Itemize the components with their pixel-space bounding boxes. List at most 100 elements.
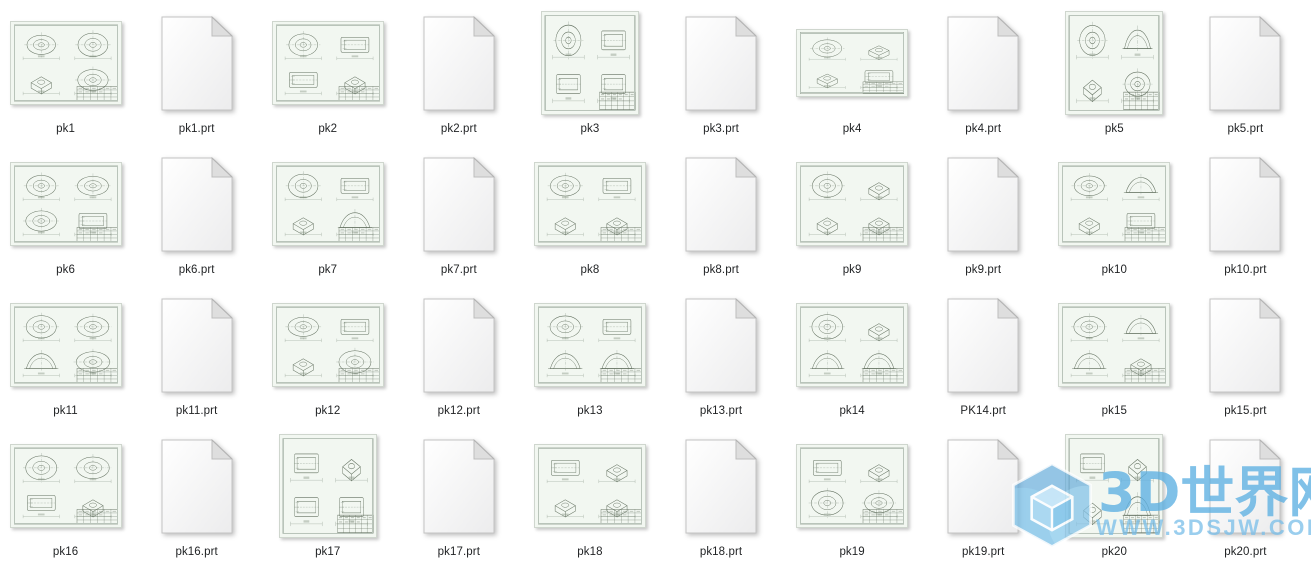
blank-document-icon[interactable] (160, 438, 234, 535)
file-name-label: pk19.prt (962, 546, 1005, 558)
file-name-label: pk7 (318, 264, 338, 276)
file-item-drawing[interactable]: pk2 (262, 0, 393, 141)
file-item-drawing[interactable]: pk13 (524, 282, 655, 423)
file-item-part[interactable]: pk15.prt (1180, 282, 1311, 423)
cad-drawing-thumbnail-icon[interactable] (1058, 162, 1171, 246)
blank-document-icon[interactable] (946, 297, 1020, 394)
blank-document-icon[interactable] (946, 15, 1020, 112)
blank-document-icon[interactable] (1208, 438, 1282, 535)
file-item-drawing[interactable]: pk18 (524, 423, 655, 564)
thumbnail-container (262, 282, 393, 404)
file-item-drawing[interactable]: pk16 (0, 423, 131, 564)
file-item-drawing[interactable]: pk20 (1049, 423, 1180, 564)
file-name-label: pk8 (580, 264, 600, 276)
blank-document-icon[interactable] (684, 156, 758, 253)
file-item-part[interactable]: pk5.prt (1180, 0, 1311, 141)
file-item-drawing[interactable]: pk5 (1049, 0, 1180, 141)
cad-drawing-thumbnail-icon[interactable] (9, 21, 122, 105)
blank-document-icon[interactable] (160, 156, 234, 253)
file-item-part[interactable]: pk6.prt (131, 141, 262, 282)
cad-drawing-thumbnail-icon[interactable] (1065, 11, 1164, 115)
file-name-label: pk20.prt (1224, 546, 1267, 558)
file-name-label: pk8.prt (703, 264, 739, 276)
cad-drawing-thumbnail-icon[interactable] (9, 303, 122, 387)
blank-document-icon[interactable] (422, 15, 496, 112)
cad-drawing-thumbnail-icon[interactable] (533, 303, 646, 387)
file-item-drawing[interactable]: pk15 (1049, 282, 1180, 423)
file-item-drawing[interactable]: pk4 (787, 0, 918, 141)
cad-drawing-thumbnail-icon[interactable] (796, 29, 909, 97)
file-item-part[interactable]: pk3.prt (655, 0, 786, 141)
thumbnail-container (393, 282, 524, 404)
file-item-drawing[interactable]: pk7 (262, 141, 393, 282)
file-item-part[interactable]: pk12.prt (393, 282, 524, 423)
blank-document-icon[interactable] (160, 15, 234, 112)
blank-document-icon[interactable] (684, 297, 758, 394)
blank-document-icon[interactable] (684, 15, 758, 112)
file-item-part[interactable]: pk11.prt (131, 282, 262, 423)
thumbnail-container (1180, 282, 1311, 404)
file-item-part[interactable]: pk9.prt (918, 141, 1049, 282)
thumbnail-container (262, 141, 393, 263)
file-item-drawing[interactable]: pk12 (262, 282, 393, 423)
blank-document-icon[interactable] (160, 297, 234, 394)
file-item-drawing[interactable]: pk3 (524, 0, 655, 141)
thumbnail-container (262, 423, 393, 545)
cad-drawing-thumbnail-icon[interactable] (271, 303, 384, 387)
file-name-label: pk13.prt (699, 405, 743, 417)
file-item-drawing[interactable]: pk1 (0, 0, 131, 141)
file-item-drawing[interactable]: pk8 (524, 141, 655, 282)
file-item-drawing[interactable]: pk14 (787, 282, 918, 423)
cad-drawing-thumbnail-icon[interactable] (1065, 434, 1164, 538)
thumbnail-container (1180, 0, 1311, 122)
blank-document-icon[interactable] (1208, 15, 1282, 112)
file-item-drawing[interactable]: pk19 (787, 423, 918, 564)
cad-drawing-thumbnail-icon[interactable] (796, 444, 909, 528)
blank-document-icon[interactable] (422, 438, 496, 535)
cad-drawing-thumbnail-icon[interactable] (1058, 303, 1171, 387)
cad-drawing-thumbnail-icon[interactable] (533, 444, 646, 528)
file-name-label: pk9.prt (965, 264, 1002, 276)
thumbnail-container (787, 423, 918, 545)
file-item-drawing[interactable]: pk11 (0, 282, 131, 423)
file-item-part[interactable]: pk10.prt (1180, 141, 1311, 282)
file-item-part[interactable]: pk20.prt (1180, 423, 1311, 564)
blank-document-icon[interactable] (684, 438, 758, 535)
file-item-part[interactable]: pk7.prt (393, 141, 524, 282)
file-name-label: pk1.prt (178, 123, 215, 135)
blank-document-icon[interactable] (422, 297, 496, 394)
blank-document-icon[interactable] (946, 438, 1020, 535)
file-item-part[interactable]: pk13.prt (655, 282, 786, 423)
blank-document-icon[interactable] (946, 156, 1020, 253)
file-item-part[interactable]: pk16.prt (131, 423, 262, 564)
blank-document-icon[interactable] (1208, 156, 1282, 253)
cad-drawing-thumbnail-icon[interactable] (9, 162, 122, 246)
file-item-part[interactable]: pk4.prt (918, 0, 1049, 141)
cad-drawing-thumbnail-icon[interactable] (796, 162, 909, 246)
cad-drawing-thumbnail-icon[interactable] (271, 162, 384, 246)
cad-drawing-thumbnail-icon[interactable] (278, 434, 377, 538)
cad-drawing-thumbnail-icon[interactable] (533, 162, 646, 246)
cad-drawing-thumbnail-icon[interactable] (796, 303, 909, 387)
blank-document-icon[interactable] (422, 156, 496, 253)
file-name-label: pk6.prt (178, 264, 215, 276)
file-item-drawing[interactable]: pk6 (0, 141, 131, 282)
cad-drawing-thumbnail-icon[interactable] (9, 444, 122, 528)
file-name-label: pk4.prt (965, 123, 1002, 135)
file-item-part[interactable]: pk2.prt (393, 0, 524, 141)
file-name-label: pk2 (318, 123, 338, 135)
file-item-drawing[interactable]: pk17 (262, 423, 393, 564)
file-item-drawing[interactable]: pk10 (1049, 141, 1180, 282)
file-item-part[interactable]: pk1.prt (131, 0, 262, 141)
file-item-drawing[interactable]: pk9 (787, 141, 918, 282)
file-item-part[interactable]: PK14.prt (918, 282, 1049, 423)
thumbnail-container (0, 423, 131, 545)
file-item-part[interactable]: pk17.prt (393, 423, 524, 564)
thumbnail-container (1180, 141, 1311, 263)
file-item-part[interactable]: pk18.prt (655, 423, 786, 564)
file-item-part[interactable]: pk8.prt (655, 141, 786, 282)
blank-document-icon[interactable] (1208, 297, 1282, 394)
file-item-part[interactable]: pk19.prt (918, 423, 1049, 564)
cad-drawing-thumbnail-icon[interactable] (271, 21, 384, 105)
cad-drawing-thumbnail-icon[interactable] (540, 11, 639, 115)
